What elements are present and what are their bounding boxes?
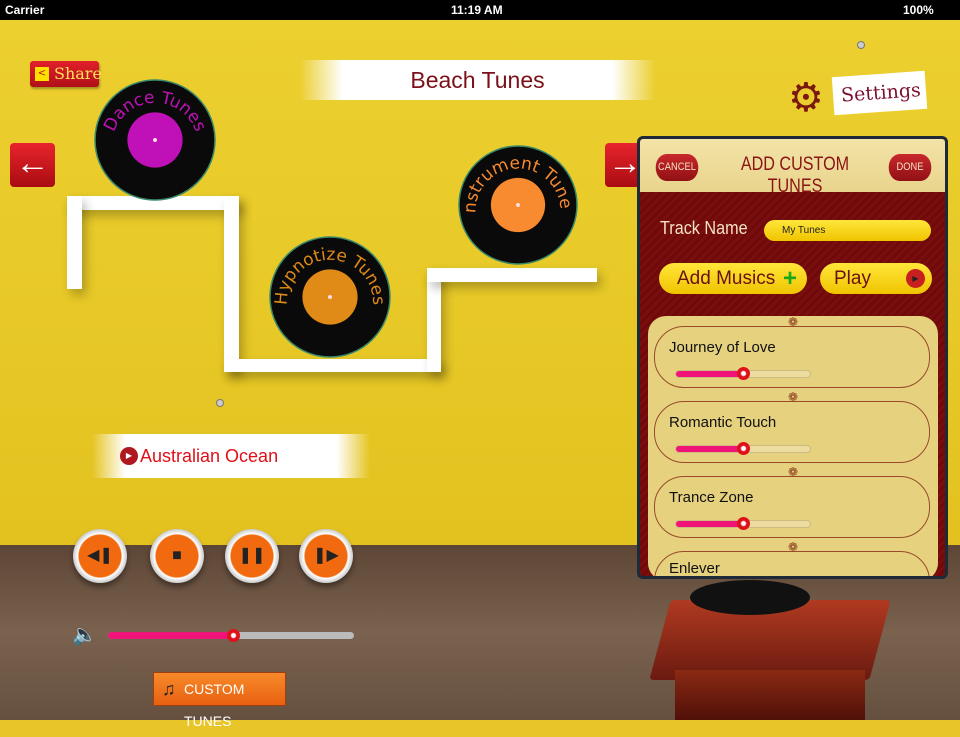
track-name-input[interactable]: My Tunes — [764, 220, 931, 241]
custom-tunes-button[interactable]: ♫ CUSTOM TUNES — [153, 672, 286, 729]
add-musics-label: Add Musics — [677, 268, 776, 289]
pin-icon — [216, 399, 224, 407]
now-playing-label: Australian Ocean — [140, 446, 279, 466]
volume-slider[interactable] — [108, 629, 354, 642]
ornament-icon: ❁ — [788, 540, 799, 554]
shelf — [224, 196, 239, 372]
add-custom-tunes-popover: CANCEL ADD CUSTOM TUNES DONE Track Name … — [637, 136, 948, 579]
previous-button[interactable]: ◀❚ — [73, 529, 127, 583]
prev-arrow-button[interactable]: ← — [10, 143, 55, 187]
ornament-icon: ❁ — [788, 390, 799, 404]
list-item[interactable]: ❁ Romantic Touch — [654, 390, 930, 463]
page-title: Beach Tunes — [300, 60, 655, 100]
list-item[interactable]: ❁ Enlever — [654, 540, 930, 576]
track-name-label: Track Name — [660, 218, 748, 238]
play-icon: ▶ — [906, 269, 925, 288]
track-slider[interactable] — [675, 517, 811, 530]
pin-icon — [857, 41, 865, 49]
plus-icon: + — [782, 265, 797, 292]
ornament-icon: ❁ — [788, 465, 799, 479]
play-button[interactable]: Play ▶ — [820, 263, 932, 294]
track-name: Romantic Touch — [669, 414, 777, 431]
track-name: Trance Zone — [669, 489, 754, 506]
next-button[interactable]: ❚▶ — [299, 529, 353, 583]
shelf — [67, 196, 239, 210]
shelf — [224, 359, 441, 372]
play-label: Play — [834, 268, 871, 289]
status-bar: Carrier 11:19 AM 100% — [0, 0, 960, 20]
ornament-icon: ❁ — [788, 316, 799, 329]
speaker-icon: 🔈 — [72, 624, 97, 646]
stop-button[interactable]: ■ — [150, 529, 204, 583]
gear-icon[interactable]: ⚙ — [788, 78, 824, 118]
track-slider[interactable] — [675, 442, 811, 455]
now-playing-banner[interactable]: ▶ Australian Ocean — [92, 434, 370, 478]
clock: 11:19 AM — [451, 3, 503, 17]
pause-button[interactable]: ❚❚ — [225, 529, 279, 583]
add-musics-button[interactable]: Add Musics + — [659, 263, 807, 294]
settings-button[interactable]: Settings — [831, 70, 928, 116]
list-item[interactable]: ❁ Trance Zone — [654, 465, 930, 538]
battery: 100% — [903, 3, 934, 17]
music-note-icon: ♫ — [162, 679, 176, 699]
shelf — [67, 196, 82, 289]
gramophone — [649, 580, 891, 720]
cancel-button[interactable]: CANCEL — [655, 154, 699, 181]
share-icon: < — [35, 67, 49, 81]
play-icon: ▶ — [120, 447, 138, 465]
popover-title: ADD CUSTOM TUNES — [740, 154, 850, 197]
track-name: Journey of Love — [669, 339, 776, 356]
custom-tunes-label: CUSTOM TUNES — [184, 681, 245, 729]
track-slider[interactable] — [675, 367, 811, 380]
shelf — [427, 268, 441, 372]
share-button[interactable]: < Share — [30, 61, 102, 87]
shelf — [427, 268, 597, 282]
list-item[interactable]: ❁ Journey of Love — [654, 316, 930, 388]
share-label: Share — [54, 64, 102, 83]
track-list[interactable]: ❁ Journey of Love ❁ Romantic Touch ❁ Trance… — [648, 316, 938, 576]
carrier: Carrier — [5, 3, 45, 17]
track-name: Enlever — [669, 560, 720, 576]
done-button[interactable]: DONE — [888, 154, 932, 181]
